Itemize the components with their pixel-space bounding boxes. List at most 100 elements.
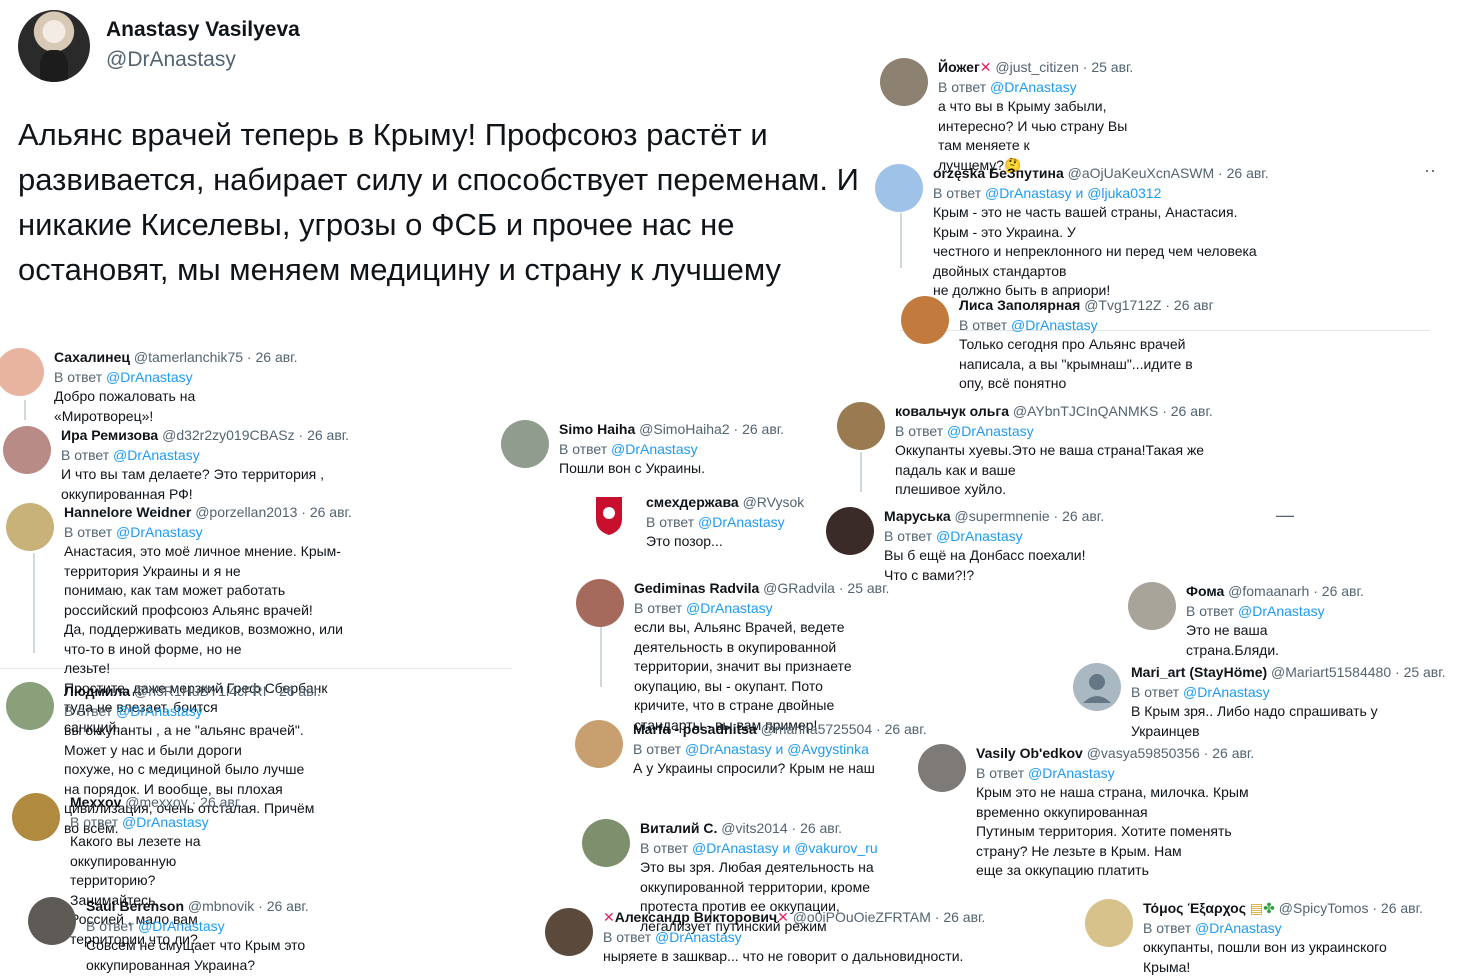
more-icon[interactable]: — xyxy=(1276,505,1294,526)
reply-author-handle[interactable]: @porzellan2013 xyxy=(195,504,297,520)
reply-author-name[interactable]: Людмила xyxy=(64,683,130,699)
reply-author-handle[interactable]: @aOjUaKeuXcnASWM xyxy=(1068,165,1214,181)
avatar[interactable] xyxy=(582,819,630,867)
reply-date[interactable]: 26 авг. xyxy=(1381,900,1423,916)
reply-author-name[interactable]: Виталий С. xyxy=(640,820,717,836)
reply-author-handle[interactable]: @mexxov xyxy=(125,794,187,810)
avatar[interactable] xyxy=(918,744,966,792)
reply-author-handle[interactable]: @SpicyTomos xyxy=(1279,900,1369,916)
reply-mention[interactable]: @DrAnastasy и @ljuka0312 xyxy=(985,185,1161,201)
reply-date[interactable]: 25 авг. xyxy=(1404,664,1446,680)
reply-mention[interactable]: @DrAnastasy xyxy=(1183,684,1270,700)
avatar[interactable] xyxy=(875,164,923,212)
avatar[interactable] xyxy=(901,296,949,344)
author-handle[interactable]: @DrAnastasy xyxy=(106,48,236,72)
reply-author-handle[interactable]: @Mariart51584480 xyxy=(1271,664,1391,680)
avatar[interactable] xyxy=(1073,663,1121,711)
reply-author-handle[interactable]: @supermnenie xyxy=(955,508,1050,524)
reply-author-handle[interactable]: @fomaanarh xyxy=(1228,583,1309,599)
reply-mention[interactable]: @DrAnastasy xyxy=(122,814,209,830)
reply-date[interactable]: 26 авг. xyxy=(279,683,321,699)
reply-author-name[interactable]: orzęska БеЗпутина xyxy=(933,165,1064,181)
avatar[interactable] xyxy=(880,58,928,106)
reply-author-name[interactable]: смехдержава xyxy=(646,494,739,510)
reply-author-handle[interactable]: @o0iPOuOieZFRTAM xyxy=(793,909,931,925)
reply-author-name[interactable]: Маруська xyxy=(884,508,951,524)
reply-date[interactable]: 26 авг. xyxy=(310,504,352,520)
reply-author-handle[interactable]: @mbnovik xyxy=(188,898,254,914)
reply-date[interactable]: 26 авг. xyxy=(1171,403,1213,419)
reply-date[interactable]: 26 авг. xyxy=(307,427,349,443)
reply-author-handle[interactable]: @GRadvila xyxy=(763,580,835,596)
reply-date[interactable]: 25 авг. xyxy=(1091,59,1133,75)
reply-mention[interactable]: @DrAnastasy xyxy=(698,514,785,530)
reply-author-name[interactable]: ковальчук ольга xyxy=(895,403,1009,419)
reply-author-name[interactable]: Vasily Ob'edkov xyxy=(976,745,1083,761)
reply-date[interactable]: 26 авг. xyxy=(1227,165,1269,181)
reply-mention[interactable]: @DrAnastasy xyxy=(655,929,742,945)
reply-date[interactable]: 26 авг. xyxy=(267,898,309,914)
reply-author-handle[interactable]: @marina5725504 xyxy=(761,721,873,737)
avatar[interactable] xyxy=(6,503,54,551)
avatar[interactable] xyxy=(826,507,874,555)
reply-mention[interactable]: @DrAnastasy xyxy=(1011,317,1098,333)
reply-author-name[interactable]: Marfa - posadnitsa xyxy=(633,721,757,737)
reply-author-name[interactable]: Лиса Заполярная xyxy=(959,297,1080,313)
reply-date[interactable]: 26 авг. xyxy=(1322,583,1364,599)
reply-author-handle[interactable]: @Tvg1712Z xyxy=(1084,297,1161,313)
reply-author-name[interactable]: Mexxov xyxy=(70,794,121,810)
reply-author-name[interactable]: Gediminas Radvila xyxy=(634,580,759,596)
reply-author-handle[interactable]: @RVysok xyxy=(743,494,805,510)
author-name[interactable]: Anastasy Vasilyeva xyxy=(106,18,300,42)
reply-author-name[interactable]: Ира Ремизова xyxy=(61,427,158,443)
reply-date[interactable]: 26 авг xyxy=(1174,297,1214,313)
more-icon[interactable]: ·· xyxy=(1424,160,1436,181)
reply-date[interactable]: 26 авг. xyxy=(742,421,784,437)
avatar[interactable] xyxy=(575,720,623,768)
reply-mention[interactable]: @DrAnastasy xyxy=(611,441,698,457)
reply-mention[interactable]: @DrAnastasy xyxy=(116,524,203,540)
reply-author-name[interactable]: Фома xyxy=(1186,583,1224,599)
reply-author-name[interactable]: Hannelore Weidner xyxy=(64,504,191,520)
reply-mention[interactable]: @DrAnastasy и @Avgystinka xyxy=(685,741,869,757)
reply-mention[interactable]: @DrAnastasy xyxy=(1028,765,1115,781)
avatar[interactable] xyxy=(592,493,626,537)
avatar[interactable] xyxy=(6,682,54,730)
reply-date[interactable]: 26 авг. xyxy=(1062,508,1104,524)
reply-author-name[interactable]: Сахалинец xyxy=(54,349,130,365)
reply-mention[interactable]: @DrAnastasy xyxy=(947,423,1034,439)
reply-author-handle[interactable]: @d32r2zy019CBASz xyxy=(162,427,295,443)
reply-mention[interactable]: @DrAnastasy xyxy=(116,703,203,719)
avatar[interactable] xyxy=(576,579,624,627)
reply-mention[interactable]: @DrAnastasy xyxy=(113,447,200,463)
reply-author-name[interactable]: Йожег xyxy=(938,59,980,75)
reply-date[interactable]: 26 авг. xyxy=(885,721,927,737)
reply-author-name[interactable]: Mari_art (StayHöme) xyxy=(1131,664,1267,680)
reply-date[interactable]: 26 авг. xyxy=(800,820,842,836)
reply-mention[interactable]: @DrAnastasy xyxy=(990,79,1077,95)
reply-tweet[interactable]: смехдержава @RVysok В ответ @DrAnastasy … xyxy=(588,493,816,563)
reply-date[interactable]: 26 авг. xyxy=(1212,745,1254,761)
avatar[interactable] xyxy=(837,402,885,450)
avatar[interactable] xyxy=(28,897,76,945)
reply-author-name[interactable]: Simo Haiha xyxy=(559,421,635,437)
avatar[interactable] xyxy=(3,426,51,474)
reply-mention[interactable]: @DrAnastasy xyxy=(936,528,1023,544)
reply-mention[interactable]: @DrAnastasy xyxy=(138,918,225,934)
avatar[interactable] xyxy=(12,793,60,841)
reply-author-name[interactable]: Александр Викторович xyxy=(615,909,777,925)
reply-author-handle[interactable]: @SimoHaiha2 xyxy=(639,421,729,437)
reply-date[interactable]: 26 авг. xyxy=(200,794,242,810)
reply-author-handle[interactable]: @just_citizen xyxy=(995,59,1078,75)
reply-date[interactable]: 26 авг. xyxy=(256,349,298,365)
reply-mention[interactable]: @DrAnastasy xyxy=(1195,920,1282,936)
avatar[interactable] xyxy=(545,908,593,956)
reply-mention[interactable]: @DrAnastasy xyxy=(106,369,193,385)
reply-mention[interactable]: @DrAnastasy xyxy=(1238,603,1325,619)
reply-author-handle[interactable]: @vits2014 xyxy=(721,820,787,836)
avatar[interactable] xyxy=(1128,582,1176,630)
avatar[interactable] xyxy=(1085,899,1133,947)
reply-author-handle[interactable]: @AYbnTJCInQANMKS xyxy=(1013,403,1158,419)
avatar[interactable] xyxy=(501,420,549,468)
avatar[interactable] xyxy=(0,348,44,396)
